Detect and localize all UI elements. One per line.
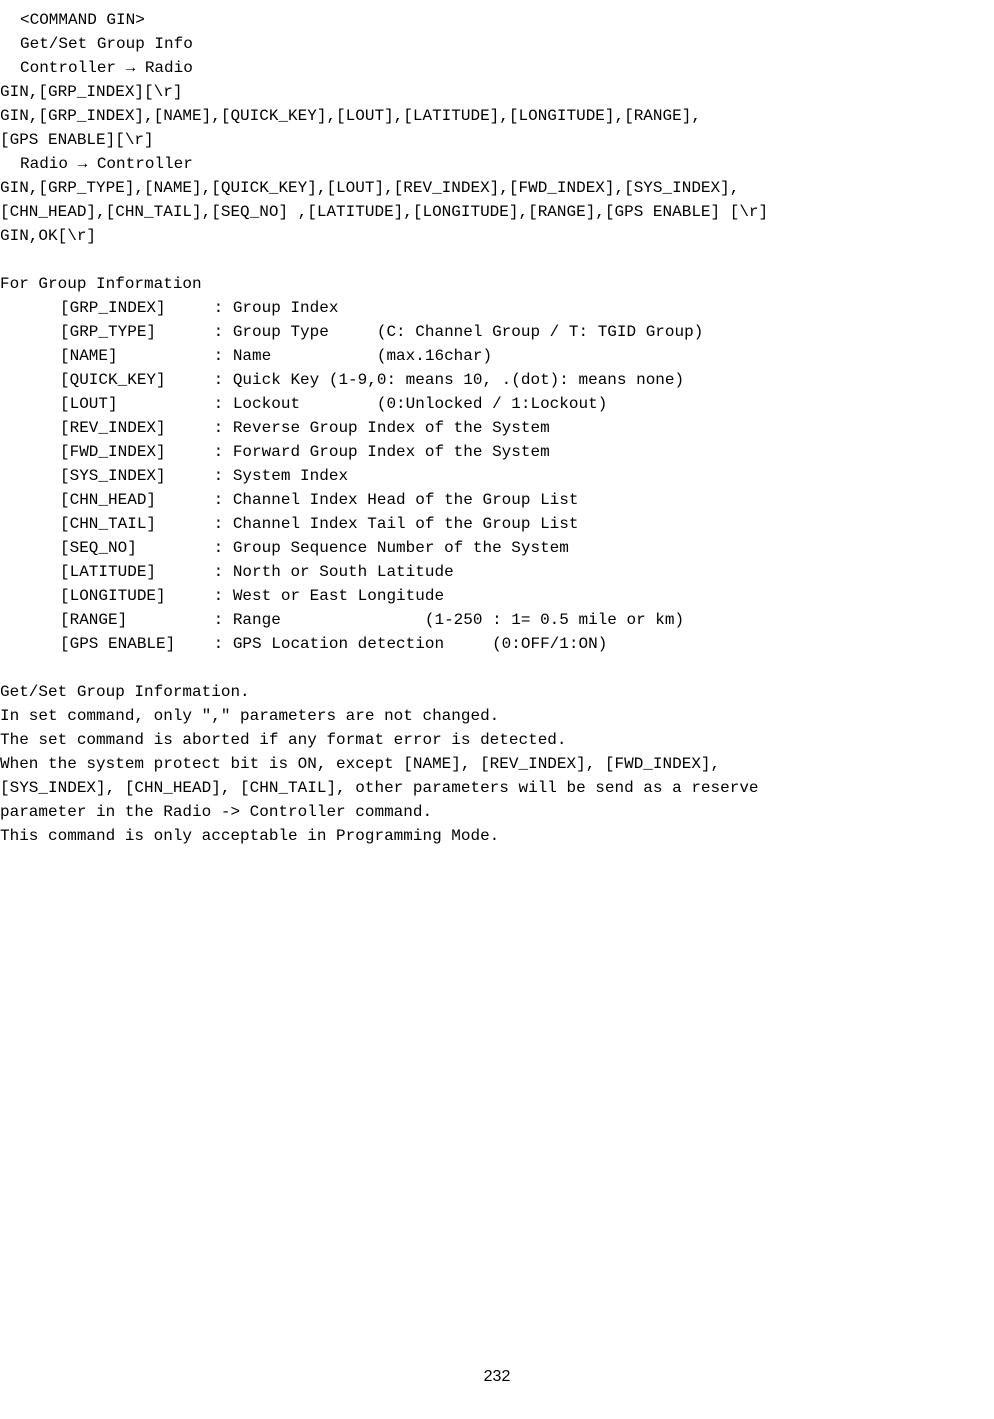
spacer <box>0 248 994 272</box>
ctrl-radio-syntax-3: [GPS ENABLE][\r] <box>0 128 994 152</box>
parameter-row: [GPS ENABLE] : GPS Location detection (0… <box>0 632 994 656</box>
parameter-row: [SEQ_NO] : Group Sequence Number of the … <box>0 536 994 560</box>
note-line: When the system protect bit is ON, excep… <box>0 752 994 776</box>
parameter-row: [GRP_INDEX] : Group Index <box>0 296 994 320</box>
parameter-row: [LATITUDE] : North or South Latitude <box>0 560 994 584</box>
ctrl-radio-syntax-2: GIN,[GRP_INDEX],[NAME],[QUICK_KEY],[LOUT… <box>0 104 994 128</box>
command-tag: <COMMAND GIN> <box>0 8 994 32</box>
parameter-row: [LONGITUDE] : West or East Longitude <box>0 584 994 608</box>
direction-radio-controller: Radio → Controller <box>0 152 994 176</box>
page-content: <COMMAND GIN> Get/Set Group Info Control… <box>0 0 994 1419</box>
parameter-row: [CHN_HEAD] : Channel Index Head of the G… <box>0 488 994 512</box>
radio-ctrl-syntax-3: GIN,OK[\r] <box>0 224 994 248</box>
ctrl-radio-syntax-1: GIN,[GRP_INDEX][\r] <box>0 80 994 104</box>
parameter-row: [QUICK_KEY] : Quick Key (1-9,0: means 10… <box>0 368 994 392</box>
spacer <box>0 656 994 680</box>
info-header: For Group Information <box>0 272 994 296</box>
note-line: The set command is aborted if any format… <box>0 728 994 752</box>
note-line: Get/Set Group Information. <box>0 680 994 704</box>
note-line: This command is only acceptable in Progr… <box>0 824 994 848</box>
parameter-row: [FWD_INDEX] : Forward Group Index of the… <box>0 440 994 464</box>
parameter-list: [GRP_INDEX] : Group Index[GRP_TYPE] : Gr… <box>0 296 994 656</box>
direction-controller-radio: Controller → Radio <box>0 56 994 80</box>
radio-ctrl-syntax-2: [CHN_HEAD],[CHN_TAIL],[SEQ_NO] ,[LATITUD… <box>0 200 994 224</box>
parameter-row: [REV_INDEX] : Reverse Group Index of the… <box>0 416 994 440</box>
parameter-row: [LOUT] : Lockout (0:Unlocked / 1:Lockout… <box>0 392 994 416</box>
parameter-row: [CHN_TAIL] : Channel Index Tail of the G… <box>0 512 994 536</box>
command-title: Get/Set Group Info <box>0 32 994 56</box>
note-line: In set command, only "," parameters are … <box>0 704 994 728</box>
radio-ctrl-syntax-1: GIN,[GRP_TYPE],[NAME],[QUICK_KEY],[LOUT]… <box>0 176 994 200</box>
parameter-row: [GRP_TYPE] : Group Type (C: Channel Grou… <box>0 320 994 344</box>
parameter-row: [RANGE] : Range (1-250 : 1= 0.5 mile or … <box>0 608 994 632</box>
parameter-row: [SYS_INDEX] : System Index <box>0 464 994 488</box>
note-line: [SYS_INDEX], [CHN_HEAD], [CHN_TAIL], oth… <box>0 776 994 800</box>
parameter-row: [NAME] : Name (max.16char) <box>0 344 994 368</box>
note-line: parameter in the Radio -> Controller com… <box>0 800 994 824</box>
page-number: 232 <box>0 1365 994 1389</box>
